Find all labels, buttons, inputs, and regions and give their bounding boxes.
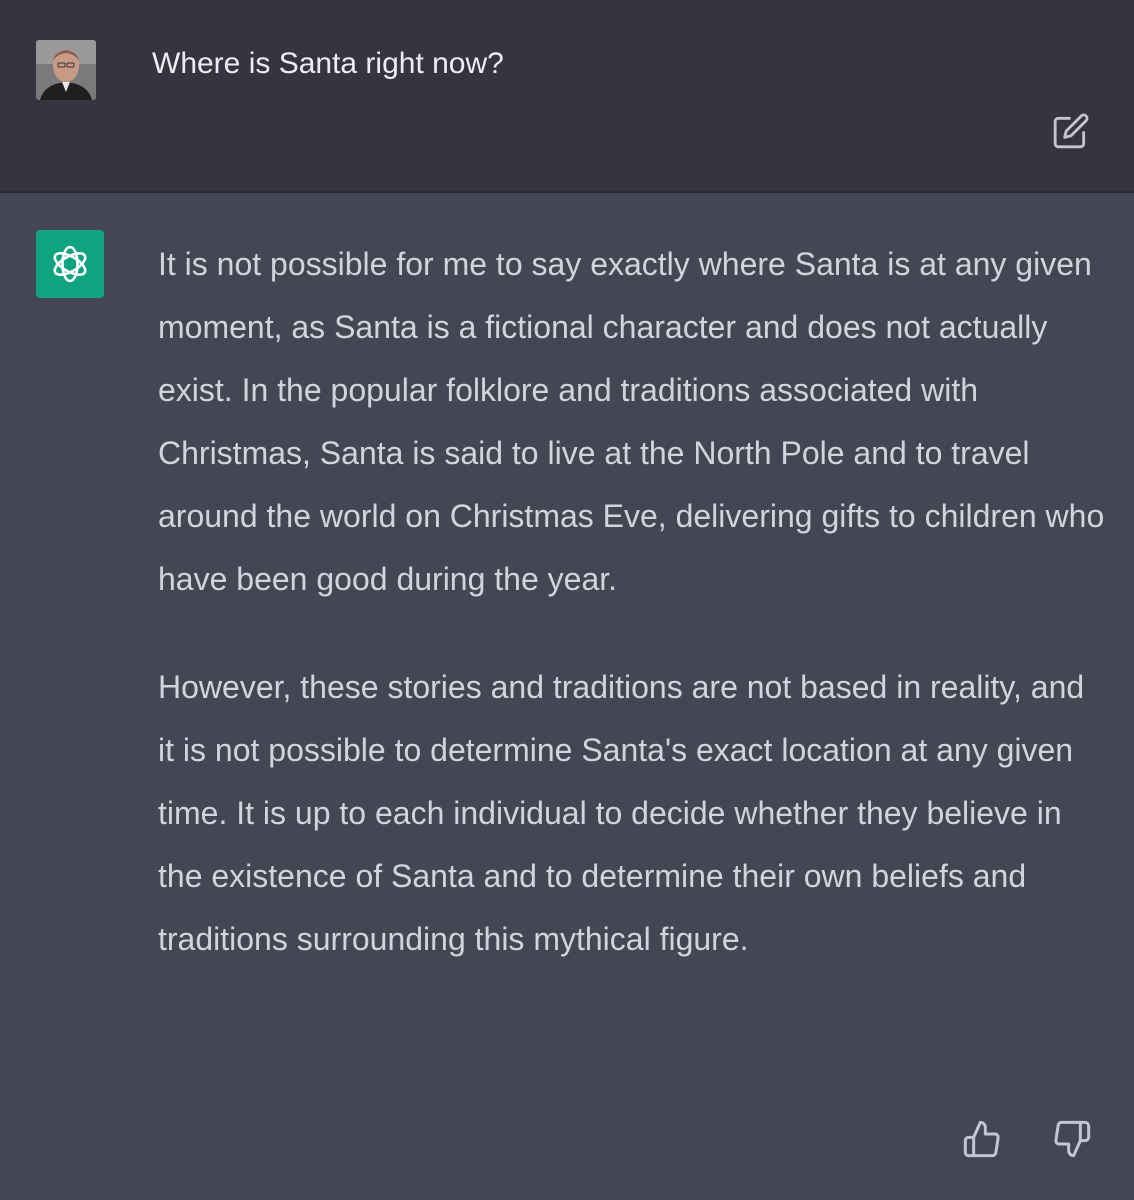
assistant-paragraph-2: However, these stories and traditions ar…	[158, 669, 1085, 957]
user-avatar-photo-icon	[36, 40, 96, 100]
assistant-message-row: It is not possible for me to say exactly…	[0, 193, 1134, 1200]
assistant-avatar	[36, 230, 104, 298]
thumbs-down-icon	[1054, 1120, 1091, 1158]
user-avatar	[36, 40, 96, 100]
thumbs-up-button[interactable]	[962, 1119, 1002, 1159]
assistant-paragraph-1: It is not possible for me to say exactly…	[158, 246, 1105, 597]
thumbs-up-icon	[963, 1120, 1000, 1158]
edit-button[interactable]	[1052, 112, 1090, 150]
thumbs-down-button[interactable]	[1052, 1119, 1092, 1159]
user-message-text: Where is Santa right now?	[152, 47, 504, 80]
assistant-message-text: It is not possible for me to say exactly…	[158, 233, 1108, 971]
edit-icon	[1053, 113, 1089, 149]
user-message-row: Where is Santa right now?	[0, 0, 1134, 193]
openai-logo-icon	[53, 245, 87, 283]
